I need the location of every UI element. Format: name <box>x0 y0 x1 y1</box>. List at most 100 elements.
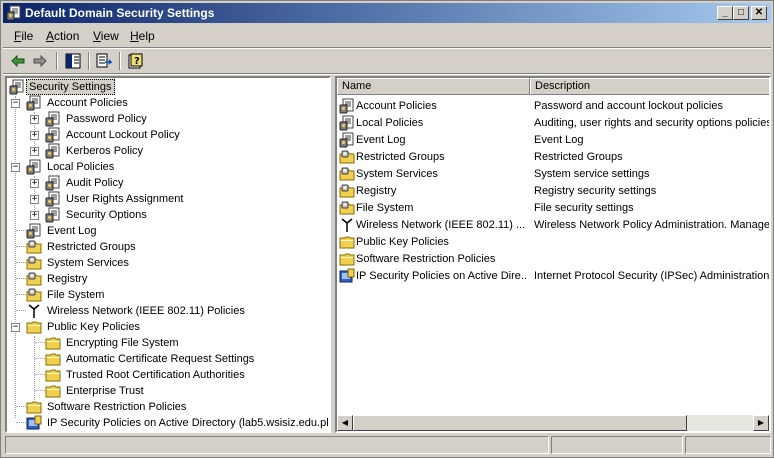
tree-line <box>16 278 26 279</box>
menu-file[interactable]: File <box>14 29 33 43</box>
lock-folder-icon <box>339 150 355 164</box>
policy-icon <box>45 175 60 191</box>
policy-icon <box>339 98 354 114</box>
lock-folder-icon <box>26 272 42 286</box>
column-header-name[interactable]: Name <box>337 78 530 95</box>
list-row[interactable]: Local Policies Auditing, user rights and… <box>337 115 769 132</box>
folder-icon <box>45 369 61 382</box>
menu-view[interactable]: View <box>93 29 119 43</box>
tree-line <box>16 246 26 247</box>
menu-bar: File Action View Help <box>3 26 771 46</box>
list-row[interactable]: Account Policies Password and account lo… <box>337 98 769 115</box>
policy-icon <box>339 132 354 148</box>
window-title: Default Domain Security Settings <box>25 6 215 20</box>
policy-icon <box>45 207 60 223</box>
back-icon <box>11 55 25 67</box>
main-window: Default Domain Security Settings _ □ ✕ F… <box>0 0 774 458</box>
back-button[interactable] <box>8 51 28 71</box>
status-pane <box>5 436 549 454</box>
maximize-button[interactable]: □ <box>733 6 749 20</box>
lock-folder-icon <box>26 240 42 254</box>
ipsec-icon <box>339 268 355 283</box>
status-pane <box>685 436 771 454</box>
list-row[interactable]: Wireless Network (IEEE 802.11) ... Wirel… <box>337 217 769 234</box>
collapse-toggle[interactable]: − <box>11 163 20 172</box>
toolbar-separator <box>88 52 90 70</box>
policy-icon <box>45 143 60 159</box>
column-header-description[interactable]: Description <box>530 78 769 95</box>
list-row[interactable]: IP Security Policies on Active Dire... I… <box>337 268 769 285</box>
list-row[interactable]: Public Key Policies <box>337 234 769 251</box>
policy-icon <box>26 223 41 239</box>
lock-folder-icon <box>26 256 42 270</box>
scroll-right-button[interactable]: ▶ <box>753 415 769 431</box>
expand-toggle[interactable]: + <box>30 131 39 140</box>
toolbar: ? <box>3 49 771 73</box>
folder-icon <box>339 236 355 249</box>
scroll-thumb[interactable] <box>353 415 687 431</box>
show-hide-tree-icon <box>65 53 81 69</box>
tree-line <box>16 294 26 295</box>
list-row[interactable]: File System File security settings <box>337 200 769 217</box>
folder-icon <box>45 353 61 366</box>
policy-icon <box>26 95 41 111</box>
expand-toggle[interactable]: + <box>30 179 39 188</box>
policy-icon <box>45 111 60 127</box>
console-tree[interactable]: Security Settings − Account Policies + P… <box>5 76 331 433</box>
tree-line <box>16 310 26 311</box>
menu-action[interactable]: Action <box>46 29 79 43</box>
lock-folder-icon <box>339 184 355 198</box>
menu-help[interactable]: Help <box>130 29 155 43</box>
close-button[interactable]: ✕ <box>751 6 767 20</box>
tree-line <box>35 358 45 359</box>
lock-folder-icon <box>26 288 42 302</box>
export-list-button[interactable] <box>94 51 114 71</box>
forward-button[interactable] <box>30 51 50 71</box>
details-list[interactable]: Name Description Account Policies Passwo… <box>335 76 771 433</box>
export-list-icon <box>96 53 112 68</box>
list-row[interactable]: Restricted Groups Restricted Groups <box>337 149 769 166</box>
folder-icon <box>339 253 355 266</box>
folder-icon <box>26 321 42 334</box>
tree-line <box>16 422 26 423</box>
expand-toggle[interactable]: + <box>30 115 39 124</box>
expand-toggle[interactable]: + <box>30 195 39 204</box>
status-pane <box>551 436 683 454</box>
expand-toggle[interactable]: + <box>30 147 39 156</box>
collapse-toggle[interactable]: − <box>11 99 20 108</box>
folder-icon <box>45 385 61 398</box>
tree-line <box>35 374 45 375</box>
collapse-toggle[interactable]: − <box>11 323 20 332</box>
scroll-left-button[interactable]: ◀ <box>337 415 353 431</box>
list-row[interactable]: Registry Registry security settings <box>337 183 769 200</box>
toolbar-separator-line <box>3 73 771 75</box>
security-settings-icon <box>9 79 24 95</box>
lock-folder-icon <box>339 167 355 181</box>
horizontal-scrollbar[interactable]: ◀ ▶ <box>337 415 769 431</box>
expand-toggle[interactable]: + <box>30 211 39 220</box>
policy-icon <box>45 127 60 143</box>
title-bar[interactable]: Default Domain Security Settings _ □ ✕ <box>3 3 771 23</box>
tree-line <box>35 390 45 391</box>
list-row[interactable]: Event Log Event Log <box>337 132 769 149</box>
tree-line <box>16 406 26 407</box>
antenna-icon <box>341 218 353 233</box>
svg-text:?: ? <box>134 56 140 67</box>
tree-line <box>35 342 45 343</box>
tree-line <box>16 230 26 231</box>
tree-line <box>16 262 26 263</box>
ipsec-icon <box>26 415 42 430</box>
policy-icon <box>339 115 354 131</box>
minimize-button[interactable]: _ <box>717 6 733 20</box>
folder-icon <box>26 401 42 414</box>
lock-folder-icon <box>339 201 355 215</box>
toolbar-separator <box>56 52 58 70</box>
list-row[interactable]: System Services System service settings <box>337 166 769 183</box>
toolbar-separator <box>119 52 121 70</box>
help-button[interactable]: ? <box>125 51 145 71</box>
antenna-icon <box>28 304 40 319</box>
policy-icon <box>45 191 60 207</box>
folder-icon <box>45 337 61 350</box>
show-hide-tree-button[interactable] <box>63 51 83 71</box>
list-row[interactable]: Software Restriction Policies <box>337 251 769 268</box>
